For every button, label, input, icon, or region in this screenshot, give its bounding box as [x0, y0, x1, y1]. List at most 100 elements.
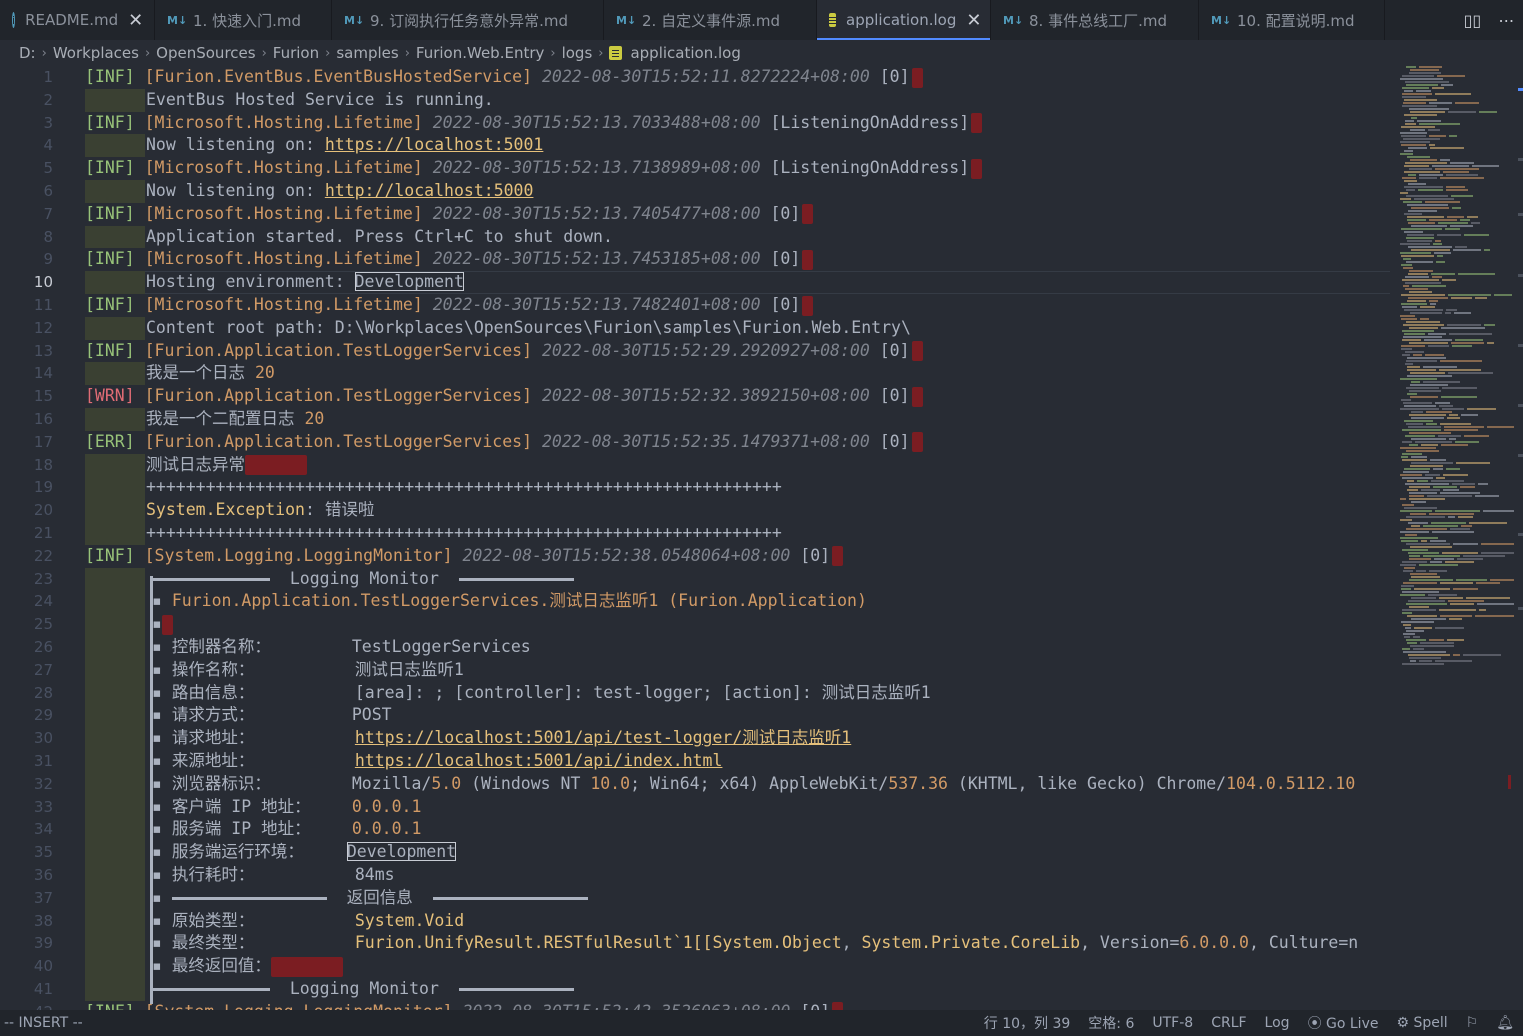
line-number: 6 — [43, 182, 53, 200]
minimap-line — [1410, 546, 1452, 548]
tab-application-log[interactable]: application.log ✕ — [817, 0, 991, 40]
cursor-position[interactable]: 行 10，列 39 — [975, 1013, 1080, 1033]
minimap-line — [1411, 462, 1453, 464]
minimap-line — [1447, 417, 1460, 419]
minimap-line — [1452, 207, 1461, 209]
minimap-line — [1441, 327, 1485, 329]
line-number: 20 — [33, 501, 53, 520]
minimap-line — [1440, 159, 1450, 161]
breadcrumb-item[interactable]: logs — [562, 44, 593, 62]
minimap-line — [1442, 279, 1456, 281]
log-line: System.Exception: 错误啦 — [146, 499, 374, 522]
breadcrumb-item[interactable]: D: — [19, 44, 36, 62]
tab-subscribe-exception[interactable]: M↓ 9. 订阅执行任务意外异常.md — [332, 0, 604, 40]
line-number: 9 — [43, 250, 53, 269]
field-label: 请求方式： — [171, 705, 255, 725]
breadcrumb-item[interactable]: OpenSources — [156, 44, 255, 62]
minimap-line — [1402, 609, 1436, 611]
minimap-line — [1432, 87, 1444, 89]
minimap-line — [1402, 177, 1416, 179]
tab-custom-event-source[interactable]: M↓ 2. 自定义事件源.md — [604, 0, 817, 40]
feedback-icon[interactable]: ⚐ — [1457, 1015, 1488, 1031]
field-label: 原始类型： — [171, 910, 255, 930]
error-marker — [802, 249, 814, 270]
encoding[interactable]: UTF-8 — [1143, 1015, 1202, 1031]
minimap[interactable] — [1398, 66, 1516, 676]
notifications-bell-icon[interactable]: 🔔︎ — [1487, 1015, 1523, 1031]
line-number: 2 — [43, 90, 53, 109]
log-link[interactable]: https://localhost:5001 — [325, 135, 544, 154]
vertical-scrollbar[interactable] — [1516, 66, 1523, 1010]
minimap-line — [1406, 66, 1416, 68]
breadcrumb-item[interactable]: Workplaces — [53, 44, 139, 62]
minimap-line — [1401, 144, 1426, 146]
split-editor-icon[interactable]: ▯▯ — [1464, 11, 1482, 30]
indentation[interactable]: 空格: 6 — [1079, 1013, 1143, 1033]
tab-bar: i README.md ✕ M↓ 1. 快速入门.md M↓ 9. 订阅执行任务… — [0, 0, 1523, 40]
log-line: ▪ 来源地址： https://localhost:5001/api/index.… — [152, 750, 722, 773]
breadcrumb-item[interactable]: Furion.Web.Entry — [416, 44, 544, 62]
minimap-line — [1404, 180, 1417, 182]
minimap-line — [1405, 363, 1413, 365]
tab-config[interactable]: M↓ 10. 配置说明.md — [1199, 0, 1385, 40]
minimap-line — [1409, 414, 1446, 416]
log-category: [System.Logging.LoggingMonitor] — [145, 1002, 453, 1010]
language-mode[interactable]: Log — [1256, 1015, 1299, 1031]
error-marker — [245, 455, 307, 476]
log-link[interactable]: http://localhost:5000 — [325, 181, 534, 200]
close-icon[interactable]: ✕ — [128, 10, 143, 31]
tab-readme[interactable]: i README.md ✕ — [0, 0, 155, 40]
log-link[interactable]: https://localhost:5001/api/index.html — [355, 751, 723, 770]
minimap-line — [1414, 588, 1450, 590]
log-timestamp: 2022-08-30T15:52:13.7138989+08:00 — [432, 158, 761, 178]
close-icon[interactable]: ✕ — [966, 10, 981, 31]
log-line: ▪ 操作名称： 测试日志监听1 — [152, 659, 464, 682]
divider — [150, 988, 270, 991]
chevron-right-icon: › — [550, 45, 556, 61]
minimap-line — [1469, 522, 1507, 524]
line-number: 33 — [33, 797, 53, 816]
minimap-line — [1406, 321, 1440, 323]
minimap-line — [1400, 141, 1430, 143]
tab-label: 1. 快速入门.md — [193, 11, 301, 30]
minimap-line — [1420, 318, 1429, 320]
breadcrumb-item[interactable]: Furion — [273, 44, 319, 62]
minimap-line — [1411, 117, 1417, 119]
minimap-line — [1429, 513, 1474, 515]
tab-eventbus-factory[interactable]: M↓ 8. 事件总线工厂.md — [991, 0, 1199, 40]
minimap-line — [1442, 408, 1464, 410]
log-line: ▪ 请求地址： https://localhost:5001/api/test-l… — [152, 727, 851, 750]
minimap-line — [1440, 582, 1473, 584]
error-marker — [161, 614, 173, 635]
log-timestamp: 2022-08-30T15:52:13.7453185+08:00 — [432, 249, 761, 269]
indent-guide — [85, 362, 145, 386]
minimap-line — [1401, 588, 1411, 590]
minimap-line — [1401, 318, 1417, 320]
minimap-line — [1455, 102, 1479, 104]
log-line: ▪ 客户端 IP 地址： 0.0.0.1 — [152, 796, 421, 819]
minimap-line — [1401, 126, 1435, 128]
go-live-button[interactable]: ⦿ Go Live — [1299, 1013, 1388, 1033]
editor[interactable]: 1 2 3 4 5 6 7 8 9 10 11 12 13 14 15 16 17 18 19 20 21 22 23 24 2… — [0, 66, 1390, 1010]
log-timestamp: 2022-08-30T15:52:38.0548064+08:00 — [462, 545, 791, 565]
end-of-line[interactable]: CRLF — [1202, 1015, 1255, 1031]
scrollbar-marker — [1518, 533, 1523, 536]
minimap-line — [1446, 174, 1478, 176]
minimap-line — [1413, 648, 1424, 650]
minimap-line — [1440, 423, 1471, 425]
breadcrumb-item[interactable]: application.log — [630, 44, 740, 62]
spell-button[interactable]: ⚙ Spell — [1387, 1015, 1456, 1031]
log-link[interactable]: https://localhost:5001/api/test-logger/测… — [355, 728, 851, 747]
log-event-id: [0] — [770, 295, 801, 314]
minimap-line — [1449, 414, 1458, 416]
minimap-line — [1406, 450, 1439, 452]
minimap-line — [1404, 213, 1422, 215]
minimap-line — [1421, 540, 1427, 542]
minimap-line — [1423, 366, 1457, 368]
minimap-line — [1440, 492, 1480, 494]
breadcrumb-item[interactable]: samples — [336, 44, 398, 62]
tab-quickstart[interactable]: M↓ 1. 快速入门.md — [155, 0, 332, 40]
minimap-line — [1402, 279, 1439, 281]
minimap-line — [1425, 474, 1440, 476]
more-icon[interactable]: ⋯ — [1498, 11, 1514, 30]
